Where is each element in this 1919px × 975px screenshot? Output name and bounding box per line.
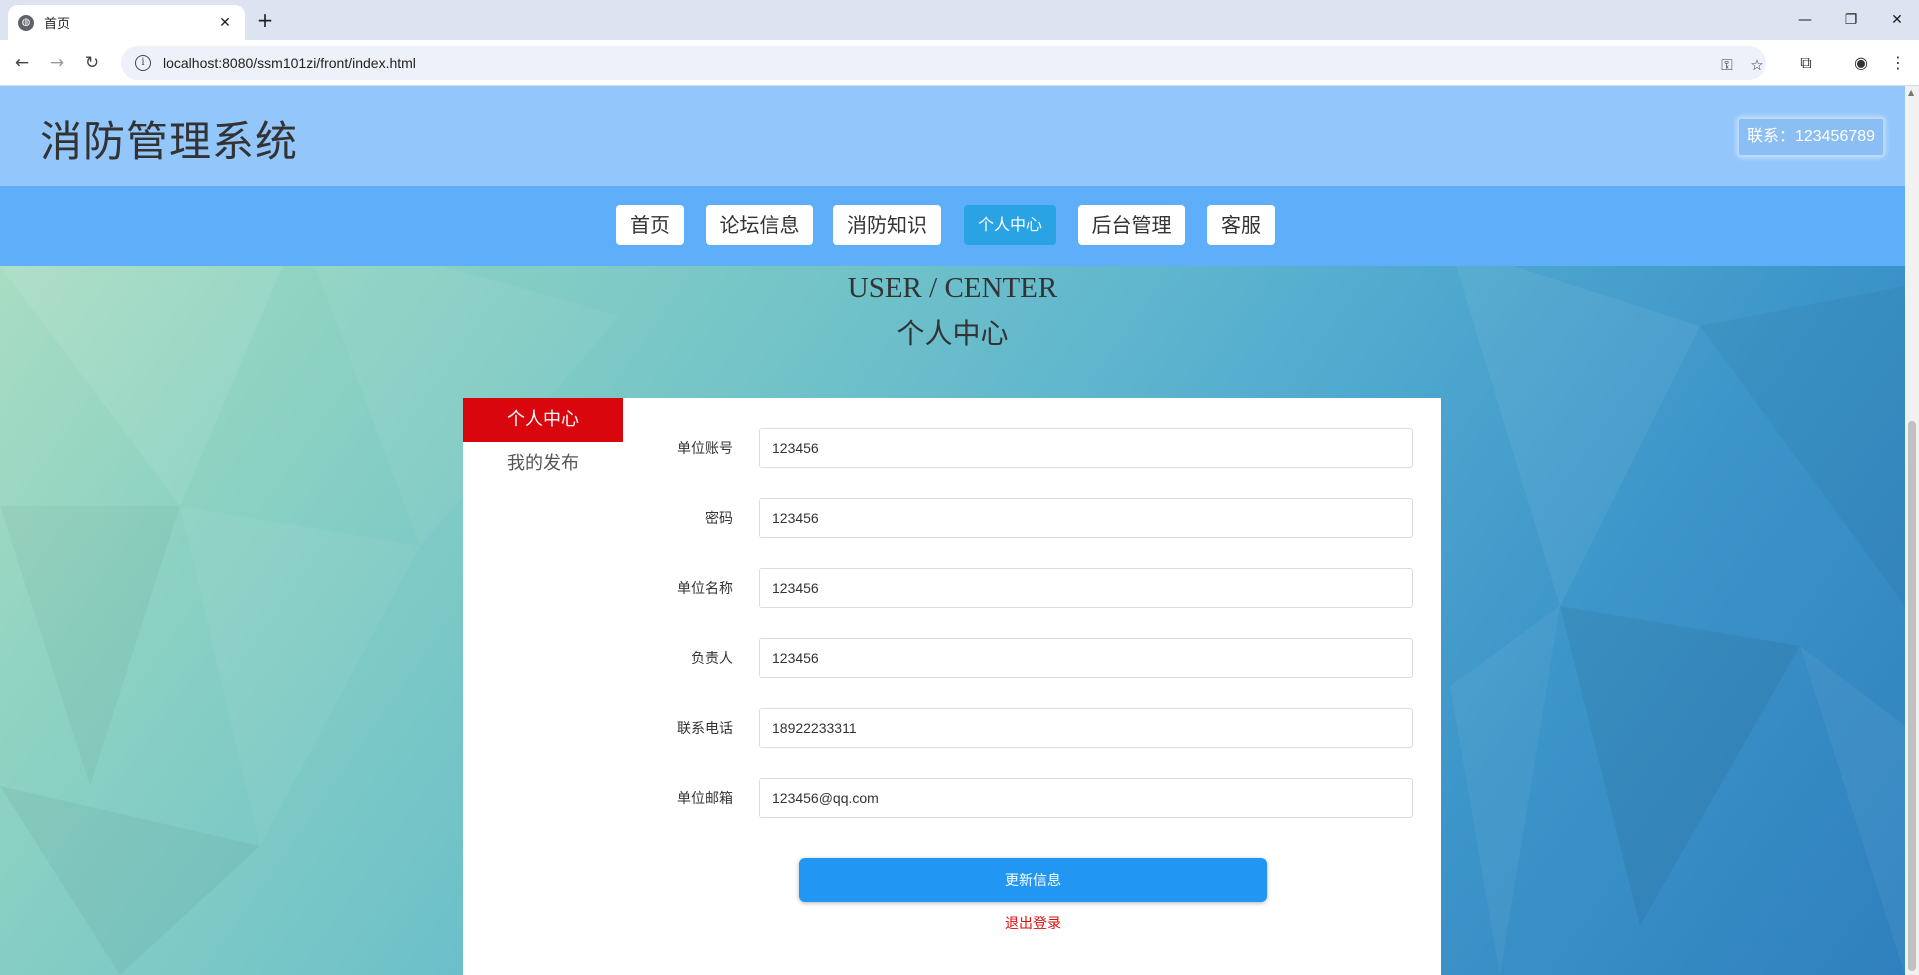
page-scrollbar[interactable]: ▲: [1905, 86, 1919, 975]
reload-icon[interactable]: ↻: [80, 51, 104, 75]
close-window-icon[interactable]: ✕: [1882, 8, 1912, 32]
account-field[interactable]: [759, 428, 1413, 468]
manager-field[interactable]: [759, 638, 1413, 678]
phone-label: 联系电话: [677, 721, 733, 737]
contact-badge: 联系：123456789: [1737, 117, 1885, 157]
section-title-zh: 个人中心: [896, 317, 1009, 350]
user-center-panel: 个人中心 我的发布 单位账号 密码 单位名称 负责人 联系电话 单位邮箱 更新信…: [463, 398, 1441, 975]
nav-item-customer-service[interactable]: 客服: [1207, 205, 1275, 245]
bookmark-star-icon[interactable]: ☆: [1744, 52, 1770, 78]
browser-tabbar: ◍ 首页 ✕ + — ❐ ✕: [0, 0, 1919, 40]
site-info-icon[interactable]: i: [135, 55, 151, 71]
forward-icon[interactable]: →: [45, 51, 69, 75]
unit-name-label: 单位名称: [677, 581, 733, 597]
section-title-en: USER / CENTER: [847, 272, 1058, 304]
scroll-up-icon[interactable]: ▲: [1908, 88, 1914, 97]
password-field[interactable]: [759, 498, 1413, 538]
browser-tab[interactable]: ◍ 首页 ✕: [8, 5, 245, 40]
back-icon[interactable]: ←: [10, 51, 34, 75]
manager-label: 负责人: [691, 651, 733, 667]
email-label: 单位邮箱: [677, 791, 733, 807]
tab-search-icon[interactable]: ⧉: [1793, 50, 1819, 76]
update-info-button[interactable]: 更新信息: [799, 858, 1267, 902]
globe-icon: ◍: [18, 14, 34, 31]
password-key-icon[interactable]: ⚿: [1714, 52, 1740, 78]
sidebar-item-my-posts[interactable]: 我的发布: [463, 442, 623, 486]
logout-link[interactable]: 退出登录: [799, 913, 1267, 933]
url-text: localhost:8080/ssm101zi/front/index.html: [163, 55, 416, 71]
nav-item-user-center[interactable]: 个人中心: [964, 205, 1056, 245]
menu-icon[interactable]: ⋮: [1885, 50, 1911, 76]
nav-item-fire-knowledge[interactable]: 消防知识: [833, 205, 941, 245]
site-title: 消防管理系统: [40, 117, 299, 166]
tab-title: 首页: [44, 17, 71, 32]
unit-name-field[interactable]: [759, 568, 1413, 608]
nav-item-admin[interactable]: 后台管理: [1078, 205, 1185, 245]
address-bar[interactable]: i localhost:8080/ssm101zi/front/index.ht…: [121, 46, 1766, 80]
site-header: 消防管理系统 联系：123456789: [0, 86, 1905, 186]
restore-icon[interactable]: ❐: [1836, 8, 1866, 32]
nav-item-home[interactable]: 首页: [616, 205, 684, 245]
scrollbar-thumb[interactable]: [1908, 421, 1916, 971]
sidebar-item-user-center[interactable]: 个人中心: [463, 398, 623, 442]
browser-toolbar: ← → ↻ i localhost:8080/ssm101zi/front/in…: [0, 40, 1919, 86]
profile-icon[interactable]: ◉: [1848, 50, 1874, 76]
minimize-icon[interactable]: —: [1790, 8, 1820, 32]
password-label: 密码: [705, 511, 733, 527]
email-field[interactable]: [759, 778, 1413, 818]
nav-item-forum[interactable]: 论坛信息: [706, 205, 813, 245]
main-nav: 首页 论坛信息 消防知识 个人中心 后台管理 客服: [0, 186, 1905, 266]
account-label: 单位账号: [677, 441, 733, 457]
page-viewport: 消防管理系统 联系：123456789 首页 论坛信息 消防知识 个人中心 后台…: [0, 86, 1905, 975]
close-tab-icon[interactable]: ✕: [215, 15, 235, 31]
phone-field[interactable]: [759, 708, 1413, 748]
new-tab-icon[interactable]: +: [253, 9, 277, 33]
